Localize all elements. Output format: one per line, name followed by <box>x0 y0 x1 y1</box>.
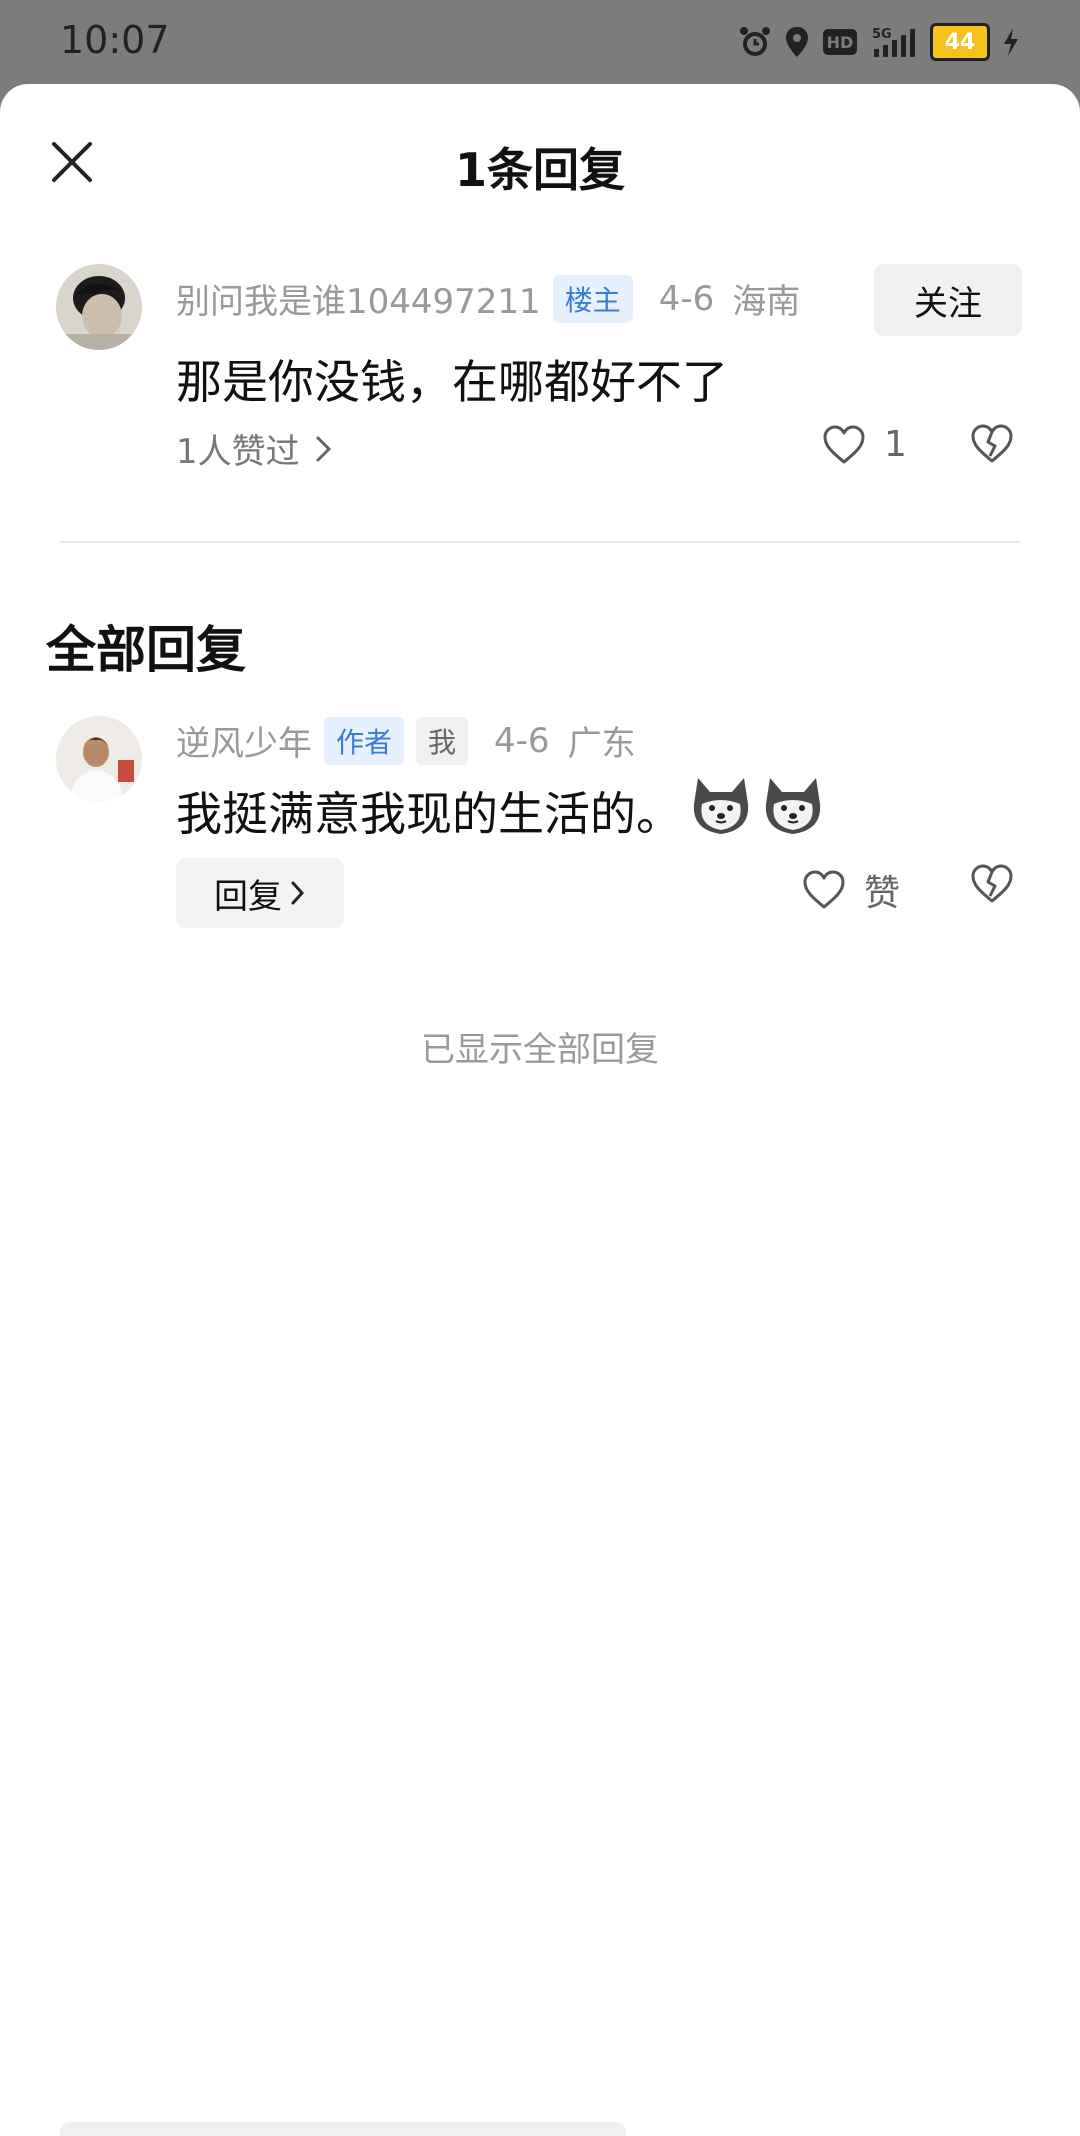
comment-meta: 别问我是谁104497211 楼主 4-6 海南 <box>176 274 800 323</box>
alarm-icon <box>738 22 772 62</box>
status-bar: 10:07 HD 5G 44 <box>0 0 1080 84</box>
divider <box>60 541 1020 543</box>
avatar[interactable] <box>56 716 142 802</box>
charging-icon <box>1002 22 1020 62</box>
broken-heart-icon <box>971 424 1013 463</box>
comment-date: 4-6 <box>658 278 715 319</box>
like-button[interactable]: 赞 <box>802 864 900 916</box>
sheet-title: 1条回复 <box>454 143 625 197</box>
reply-sheet: 1条回复 别问我是谁104497211 楼主 4-6 海南 关注 那是你没钱，在… <box>0 84 1080 2136</box>
dislike-button[interactable] <box>970 864 1014 908</box>
heart-icon <box>803 870 845 909</box>
username[interactable]: 逆风少年 <box>176 716 312 765</box>
comment-location: 海南 <box>732 282 801 322</box>
author-tag: 作者 <box>324 716 405 765</box>
chevron-right-icon <box>316 436 331 461</box>
battery-icon: 44 <box>930 23 990 61</box>
reply-button[interactable]: 回复 <box>176 858 344 928</box>
hd-icon: HD <box>822 22 858 62</box>
reply-input-bar[interactable] <box>60 2122 626 2136</box>
liked-by-link[interactable]: 1人赞过 <box>176 424 334 473</box>
like-count: 1 <box>884 424 907 465</box>
location-icon <box>784 22 810 62</box>
battery-level: 44 <box>944 29 976 55</box>
comment-text: 那是你没钱，在哪都好不了 <box>176 355 728 409</box>
husky-emoji-icon <box>760 774 826 847</box>
end-of-replies-note: 已显示全部回复 <box>421 1030 659 1070</box>
status-time: 10:07 <box>60 18 170 62</box>
dislike-button[interactable] <box>970 424 1014 468</box>
username[interactable]: 别问我是谁104497211 <box>176 274 541 323</box>
reply-text: 我挺满意我现的生活的。 <box>176 786 682 841</box>
reply-button-label: 回复 <box>214 876 282 917</box>
signal-5g-icon: 5G <box>870 22 918 62</box>
network-label: 5G <box>872 27 892 42</box>
avatar[interactable] <box>56 264 142 350</box>
liked-by-label: 1人赞过 <box>176 432 300 472</box>
status-icons: HD 5G 44 <box>738 22 1020 62</box>
like-label: 赞 <box>864 873 901 914</box>
follow-button[interactable]: 关注 <box>874 264 1022 336</box>
like-button[interactable]: 1 <box>822 424 907 465</box>
hd-label: HD <box>827 33 854 52</box>
chevron-right-icon <box>291 881 305 905</box>
reply-meta: 逆风少年 作者 我 4-6 广东 <box>176 716 636 765</box>
heart-icon <box>823 425 865 463</box>
section-title: 全部回复 <box>46 621 246 679</box>
broken-heart-icon <box>971 864 1013 903</box>
op-tag: 楼主 <box>552 274 633 323</box>
me-tag: 我 <box>416 716 469 765</box>
reply-location: 广东 <box>567 724 636 764</box>
husky-emoji-icon <box>688 774 754 847</box>
reply-content: 我挺满意我现的生活的。 <box>176 774 826 847</box>
reply-date: 4-6 <box>494 720 550 761</box>
